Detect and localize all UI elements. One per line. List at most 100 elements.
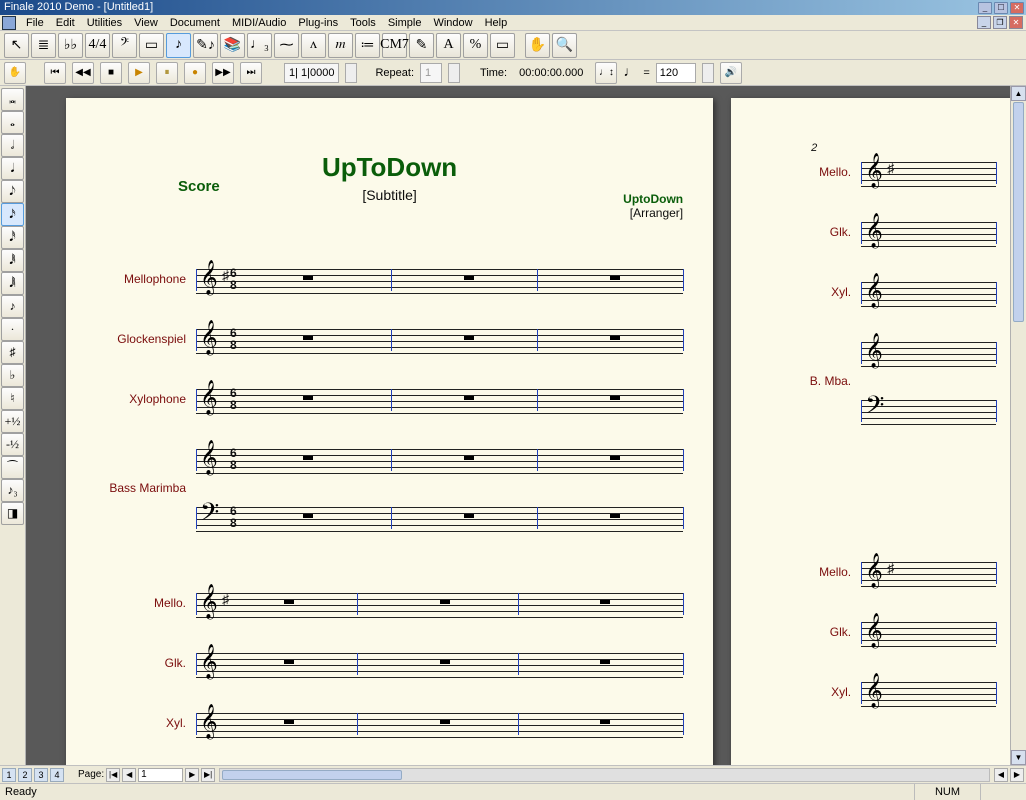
page-prev-button[interactable]: ◀ [122,768,136,782]
double-whole-note[interactable]: 𝅜 [1,88,24,111]
vscroll-thumb[interactable] [1013,102,1024,322]
sharp[interactable]: ♯ [1,341,24,364]
staff[interactable]: 𝄞68 [196,323,683,355]
doc-restore-button[interactable]: ❐ [993,16,1007,29]
repeat-tool[interactable]: ≔ [355,33,380,58]
resize-tool[interactable]: % [463,33,488,58]
staff[interactable]: 𝄞68 [196,443,683,475]
doc-minimize-button[interactable]: _ [977,16,991,29]
hscroll-right-button[interactable]: ▶ [1010,768,1024,782]
repeat-value[interactable]: 1 [420,63,442,83]
sixtyfourth-note[interactable]: 𝅘𝅥𝅱 [1,249,24,272]
tuplet-tool[interactable]: ♩₃ [247,33,272,58]
smartshape-tool[interactable]: ⁓ [274,33,299,58]
doc-close-button[interactable]: ✕ [1009,16,1023,29]
close-button[interactable]: ✕ [1010,2,1024,14]
flat[interactable]: ♭ [1,364,24,387]
stop-button[interactable]: ■ [100,62,122,84]
hscroll-thumb[interactable] [222,770,402,780]
menu-help[interactable]: Help [479,17,514,29]
whole-note[interactable]: 𝅝 [1,111,24,134]
view-tab-2[interactable]: 2 [18,768,32,782]
page-layout-tool[interactable]: ▭ [490,33,515,58]
menu-midi-audio[interactable]: MIDI/Audio [226,17,292,29]
staff[interactable]: 𝄞 [196,707,683,739]
time-sig-tool[interactable]: 4/4 [85,33,110,58]
play-button[interactable]: ▶ [128,62,150,84]
lyrics-tool[interactable]: ✎ [409,33,434,58]
staff[interactable]: 𝄞68 [196,383,683,415]
fwd-end-button[interactable]: ⏭ [240,62,262,84]
key-sig-tool[interactable]: ♭♭ [58,33,83,58]
dot[interactable]: · [1,318,24,341]
staff[interactable]: 𝄞 [861,676,996,708]
clef-tool[interactable]: 𝄢 [112,33,137,58]
maximize-button[interactable]: ☐ [994,2,1008,14]
tie[interactable]: ⁀ [1,456,24,479]
rewind-start-button[interactable]: ⏮ [44,62,66,84]
hand-grabber-tool[interactable]: ✋ [525,33,550,58]
measure-counter[interactable]: 1| 1|0000 [284,63,339,83]
staff[interactable]: 𝄢 [861,394,996,426]
menu-simple[interactable]: Simple [382,17,428,29]
zoom-tool[interactable]: 🔍 [552,33,577,58]
chord-tool[interactable]: CM7 [382,33,407,58]
tempo-spinner[interactable] [702,63,714,83]
repeat-spinner[interactable] [448,63,460,83]
tempo-input[interactable] [656,63,696,83]
record-ctrl-button[interactable]: ● [184,62,206,84]
tempo-mode-button[interactable]: ♩↕ [595,62,617,84]
page-next-button[interactable]: ▶ [185,768,199,782]
staff[interactable]: 𝄞♯ [861,556,996,588]
menu-utilities[interactable]: Utilities [81,17,128,29]
hyperscribe-tool[interactable]: 📚 [220,33,245,58]
score-page-2[interactable]: 2 Mello.𝄞♯Glk.𝄞Xyl.𝄞B. Mba.𝄞𝄢 Mello.𝄞♯Gl… [731,98,1026,765]
simple-entry-tool[interactable]: ♪ [166,33,191,58]
score-viewport[interactable]: Score UpToDown [Subtitle] UptoDown [Arra… [26,86,1026,765]
thirtysecond-note[interactable]: 𝅘𝅥𝅰 [1,226,24,249]
score-page-1[interactable]: Score UpToDown [Subtitle] UptoDown [Arra… [66,98,713,765]
eighth-note[interactable]: 𝅘𝅥𝅮 [1,180,24,203]
vertical-scrollbar[interactable]: ▲ ▼ [1010,86,1026,765]
fastfwd-button[interactable]: ▶▶ [212,62,234,84]
triplet[interactable]: ♪₃ [1,479,24,502]
measure-spinner[interactable] [345,63,357,83]
half-step-up[interactable]: +½ [1,410,24,433]
menu-tools[interactable]: Tools [344,17,382,29]
page-last-button[interactable]: ▶| [201,768,215,782]
staff[interactable]: 𝄞♯68 [196,263,683,295]
hscroll-left-button[interactable]: ◀ [994,768,1008,782]
composer-block[interactable]: UptoDown [Arranger] [623,192,683,220]
view-tab-3[interactable]: 3 [34,768,48,782]
staff[interactable]: 𝄞 [861,216,996,248]
view-tab-1[interactable]: 1 [2,768,16,782]
audio-settings-button[interactable]: 🔊 [720,62,742,84]
pause-button[interactable]: ⏸ [156,62,178,84]
staff[interactable]: 𝄞 [196,647,683,679]
scroll-up-arrow[interactable]: ▲ [1011,86,1026,101]
scroll-down-arrow[interactable]: ▼ [1011,750,1026,765]
rewind-button[interactable]: ◀◀ [72,62,94,84]
text-tool[interactable]: A [436,33,461,58]
grace-note[interactable]: ♪ [1,295,24,318]
minimize-button[interactable]: _ [978,2,992,14]
view-tab-4[interactable]: 4 [50,768,64,782]
horizontal-scrollbar[interactable] [219,768,990,782]
quarter-note[interactable]: 𝅘𝅥 [1,157,24,180]
half-note[interactable]: 𝅗𝅥 [1,134,24,157]
menu-plugins[interactable]: Plug-ins [292,17,344,29]
onetwentyeighth-note[interactable]: 𝅘𝅥𝅲 [1,272,24,295]
selection-tool[interactable]: ↖ [4,33,29,58]
menu-edit[interactable]: Edit [50,17,81,29]
menu-file[interactable]: File [20,17,50,29]
speedy-entry-tool[interactable]: ✎♪ [193,33,218,58]
menu-document[interactable]: Document [164,17,226,29]
record-button[interactable]: ✋ [4,62,26,84]
staff[interactable]: 𝄢68 [196,501,683,533]
menu-view[interactable]: View [128,17,164,29]
page-first-button[interactable]: |◀ [106,768,120,782]
staff[interactable]: 𝄞 [861,336,996,368]
staff[interactable]: 𝄞♯ [861,156,996,188]
staff-tool[interactable]: ≣ [31,33,56,58]
sixteenth-note[interactable]: 𝅘𝅥𝅯 [1,203,24,226]
